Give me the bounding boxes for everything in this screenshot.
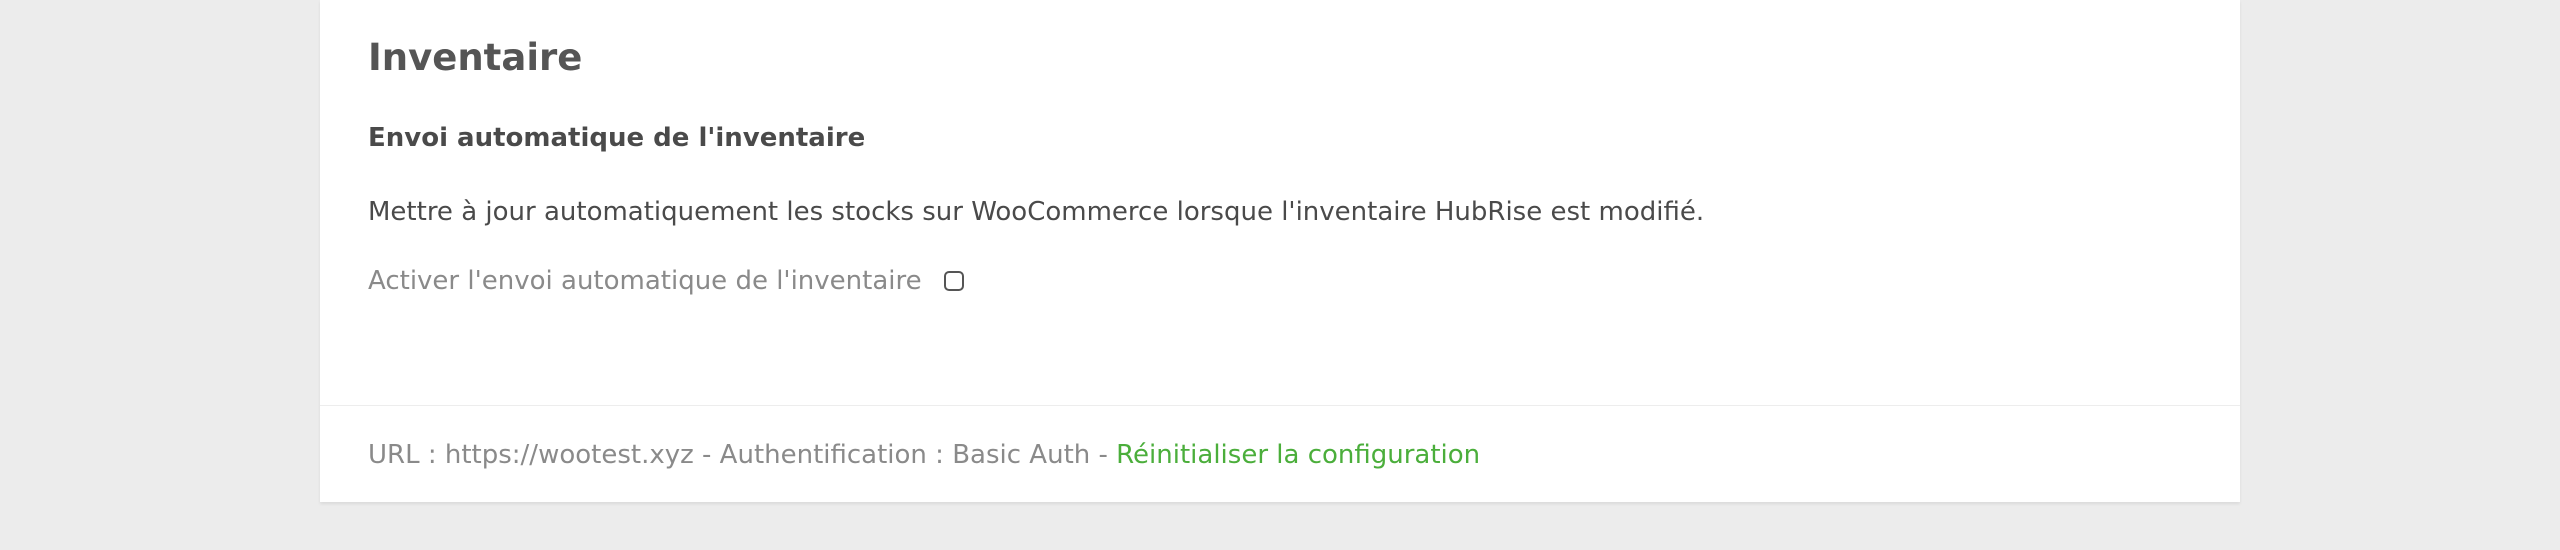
connection-info-footer: URL : https://wootest.xyz - Authentifica… [368, 435, 1480, 475]
auto-send-setting-row: Activer l'envoi automatique de l'inventa… [368, 261, 964, 301]
auto-send-description: Mettre à jour automatiquement les stocks… [368, 197, 1705, 227]
inventory-settings-card: Inventaire Envoi automatique de l'invent… [320, 0, 2240, 502]
auto-send-checkbox[interactable] [943, 271, 964, 291]
inventory-section-title: Inventaire [368, 36, 583, 79]
auto-send-subtitle: Envoi automatique de l'inventaire [368, 123, 866, 153]
reset-configuration-link[interactable]: Réinitialiser la configuration [1116, 440, 1480, 470]
connection-info-text: URL : https://wootest.xyz - Authentifica… [368, 440, 1117, 470]
footer-divider [320, 405, 2240, 406]
auto-send-checkbox-label[interactable]: Activer l'envoi automatique de l'inventa… [368, 261, 922, 301]
